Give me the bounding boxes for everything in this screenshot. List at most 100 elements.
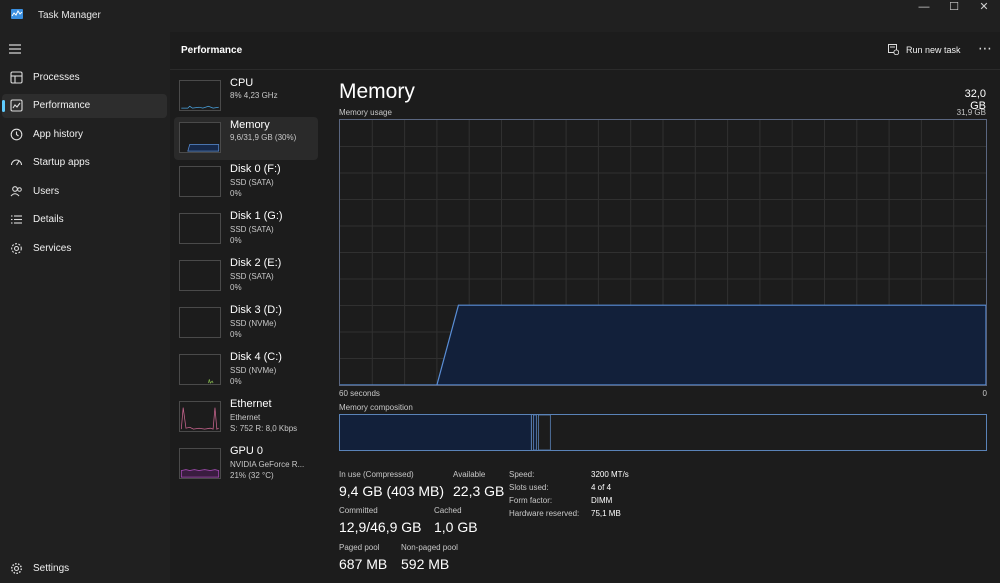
disk-thumbnail (179, 307, 221, 338)
settings-gear-icon (10, 562, 23, 575)
page-title: Performance (181, 45, 243, 56)
cached-value: 1,0 GB (434, 519, 478, 535)
sidebar-item-processes[interactable]: Processes (2, 66, 167, 90)
disk-thumbnail (179, 213, 221, 244)
disk-thumbnail (179, 260, 221, 291)
processes-icon (10, 71, 23, 84)
device-model: NVIDIA GeForce R... (230, 460, 305, 469)
device-name: GPU 0 (230, 445, 264, 457)
committed-value: 12,9/46,9 GB (339, 519, 422, 535)
memory-thumbnail (179, 122, 221, 153)
device-type: SSD (SATA) (230, 178, 274, 187)
minimize-icon: — (918, 1, 930, 13)
device-type: SSD (NVMe) (230, 366, 277, 375)
sidebar-item-settings[interactable]: Settings (2, 557, 167, 581)
device-name: Disk 0 (F:) (230, 163, 281, 175)
close-button[interactable]: ✕ (968, 0, 1000, 16)
hardware-reserved-label: Hardware reserved: (509, 509, 580, 518)
device-usage: 21% (32 °C) (230, 471, 274, 480)
gpu-thumbnail (179, 448, 221, 479)
device-usage: 0% (230, 330, 242, 339)
list-icon (11, 215, 22, 224)
slots-used-value: 4 of 4 (591, 483, 612, 492)
maximize-icon: ☐ (949, 1, 959, 13)
slots-used-label: Slots used: (509, 483, 549, 492)
composition-modified (533, 415, 537, 450)
sidebar-item-startup-apps[interactable]: Startup apps (2, 151, 167, 175)
active-indicator (2, 100, 5, 112)
sidebar-item-performance[interactable]: Performance (2, 94, 167, 118)
memory-usage-max: 31,9 GB (956, 108, 986, 117)
device-disk-4[interactable]: Disk 4 (C:) SSD (NVMe) 0% (174, 349, 318, 392)
device-usage: 0% (230, 377, 242, 386)
sidebar-item-label: App history (33, 129, 84, 140)
sidebar-item-label: Users (33, 186, 60, 197)
users-icon (10, 186, 22, 197)
sidebar-item-users[interactable]: Users (2, 180, 167, 204)
close-icon: ✕ (979, 1, 989, 13)
title-bar: Task Manager — ☐ ✕ (0, 0, 1000, 32)
time-end-label: 0 (982, 389, 987, 398)
sidebar-item-label: Settings (33, 563, 70, 574)
device-disk-0[interactable]: Disk 0 (F:) SSD (SATA) 0% (174, 161, 318, 204)
device-name: Disk 3 (D:) (230, 304, 282, 316)
available-value: 22,3 GB (453, 483, 505, 499)
available-label: Available (453, 470, 486, 479)
disk-thumbnail (179, 166, 221, 197)
window-title: Task Manager (38, 10, 101, 21)
device-throughput: S: 752 R: 8,0 Kbps (230, 424, 298, 433)
hamburger-menu-icon[interactable] (9, 44, 21, 54)
form-factor-label: Form factor: (509, 496, 553, 505)
device-name: Ethernet (230, 398, 272, 410)
sidebar: Processes Performance App history Startu… (0, 32, 170, 583)
in-use-label: In use (Compressed) (339, 470, 414, 479)
device-usage: 0% (230, 236, 242, 245)
memory-usage-chart (339, 119, 987, 386)
maximize-button[interactable]: ☐ (938, 0, 970, 16)
time-range-label: 60 seconds (339, 389, 380, 398)
device-gpu-0[interactable]: GPU 0 NVIDIA GeForce R... 21% (32 °C) (174, 443, 318, 486)
sidebar-item-services[interactable]: Services (2, 237, 167, 261)
history-icon (10, 128, 23, 141)
device-type: SSD (SATA) (230, 225, 274, 234)
memory-composition-bar (339, 414, 987, 451)
sidebar-item-label: Details (33, 214, 64, 225)
device-ethernet[interactable]: Ethernet Ethernet S: 752 R: 8,0 Kbps (174, 396, 318, 439)
resource-title: Memory (339, 80, 415, 103)
device-usage: 0% (230, 189, 242, 198)
non-paged-pool-value: 592 MB (401, 556, 450, 572)
paged-pool-label: Paged pool (339, 543, 380, 552)
sidebar-item-details[interactable]: Details (2, 208, 167, 232)
sidebar-item-label: Performance (33, 100, 91, 111)
paged-pool-value: 687 MB (339, 556, 388, 572)
speed-label: Speed: (509, 470, 535, 479)
device-usage: 0% (230, 283, 242, 292)
minimize-button[interactable]: — (908, 0, 940, 16)
speed-value: 3200 MT/s (591, 470, 629, 479)
composition-standby (537, 415, 551, 450)
hardware-reserved-value: 75,1 MB (591, 509, 621, 518)
device-memory[interactable]: Memory 9,6/31,9 GB (30%) (174, 117, 318, 160)
device-type: SSD (SATA) (230, 272, 274, 281)
ethernet-thumbnail (179, 401, 221, 432)
device-status: 9,6/31,9 GB (30%) (230, 133, 297, 142)
services-gear-icon (11, 243, 22, 254)
device-disk-1[interactable]: Disk 1 (G:) SSD (SATA) 0% (174, 208, 318, 251)
sidebar-item-label: Processes (33, 72, 80, 83)
device-disk-3[interactable]: Disk 3 (D:) SSD (NVMe) 0% (174, 302, 318, 345)
non-paged-pool-label: Non-paged pool (401, 543, 458, 552)
more-options-icon[interactable]: ⋯ (978, 40, 992, 57)
device-disk-2[interactable]: Disk 2 (E:) SSD (SATA) 0% (174, 255, 318, 298)
device-status: 8% 4,23 GHz (230, 91, 278, 100)
performance-icon (10, 99, 23, 112)
device-name: Memory (230, 119, 270, 131)
task-manager-icon (11, 9, 23, 19)
memory-composition-label: Memory composition (339, 403, 413, 412)
device-name: Disk 1 (G:) (230, 210, 283, 222)
disk-thumbnail (179, 354, 221, 385)
memory-usage-label: Memory usage (339, 108, 392, 117)
form-factor-value: DIMM (591, 496, 613, 505)
sidebar-item-app-history[interactable]: App history (2, 123, 167, 147)
device-cpu[interactable]: CPU 8% 4,23 GHz (174, 75, 318, 118)
sidebar-item-label: Services (33, 243, 72, 254)
